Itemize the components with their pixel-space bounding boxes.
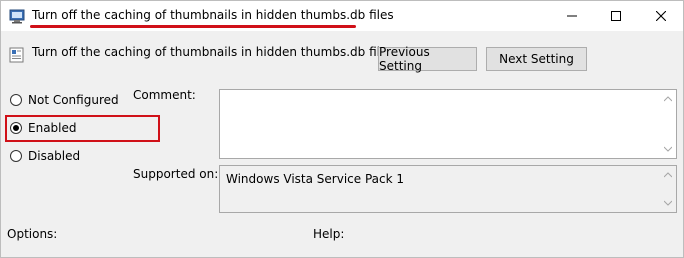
previous-setting-button[interactable]: Previous Setting — [378, 45, 477, 73]
radio-disabled[interactable]: Disabled — [10, 149, 80, 163]
scroll-up-icon[interactable] — [664, 172, 672, 178]
next-setting-button[interactable]: Next Setting — [486, 47, 587, 71]
title-annotation-underline — [30, 25, 356, 28]
supported-scrollbar[interactable] — [660, 166, 676, 212]
group-policy-icon — [9, 8, 26, 24]
policy-editor-window: Turn off the caching of thumbnails in hi… — [0, 0, 684, 258]
help-label: Help: — [313, 227, 345, 241]
scroll-down-icon[interactable] — [664, 146, 672, 152]
minimize-icon — [567, 11, 577, 21]
comment-textarea[interactable] — [219, 89, 677, 159]
close-icon — [656, 11, 666, 21]
scroll-up-icon[interactable] — [664, 96, 672, 102]
policy-setting-icon — [9, 47, 25, 63]
close-button[interactable] — [639, 1, 683, 31]
options-label: Options: — [7, 227, 58, 241]
policy-name: Turn off the caching of thumbnails in hi… — [32, 45, 394, 59]
radio-label: Disabled — [28, 149, 81, 163]
comment-scrollbar[interactable] — [660, 90, 676, 158]
radio-button[interactable] — [10, 150, 22, 162]
supported-on-value: Windows Vista Service Pack 1 — [226, 172, 404, 186]
maximize-icon — [611, 11, 621, 21]
maximize-button[interactable] — [594, 1, 638, 31]
supported-on-field: Windows Vista Service Pack 1 — [219, 165, 677, 213]
title-bar: Turn off the caching of thumbnails in hi… — [1, 1, 683, 31]
comment-label: Comment: — [133, 88, 196, 102]
radio-not-configured[interactable]: Not Configured — [10, 93, 119, 107]
minimize-button[interactable] — [550, 1, 594, 31]
window-title: Turn off the caching of thumbnails in hi… — [32, 8, 394, 22]
enabled-annotation-box — [5, 115, 160, 142]
scroll-down-icon[interactable] — [664, 200, 672, 206]
supported-on-label: Supported on: — [133, 167, 219, 181]
radio-button[interactable] — [10, 94, 22, 106]
radio-label: Not Configured — [28, 93, 119, 107]
